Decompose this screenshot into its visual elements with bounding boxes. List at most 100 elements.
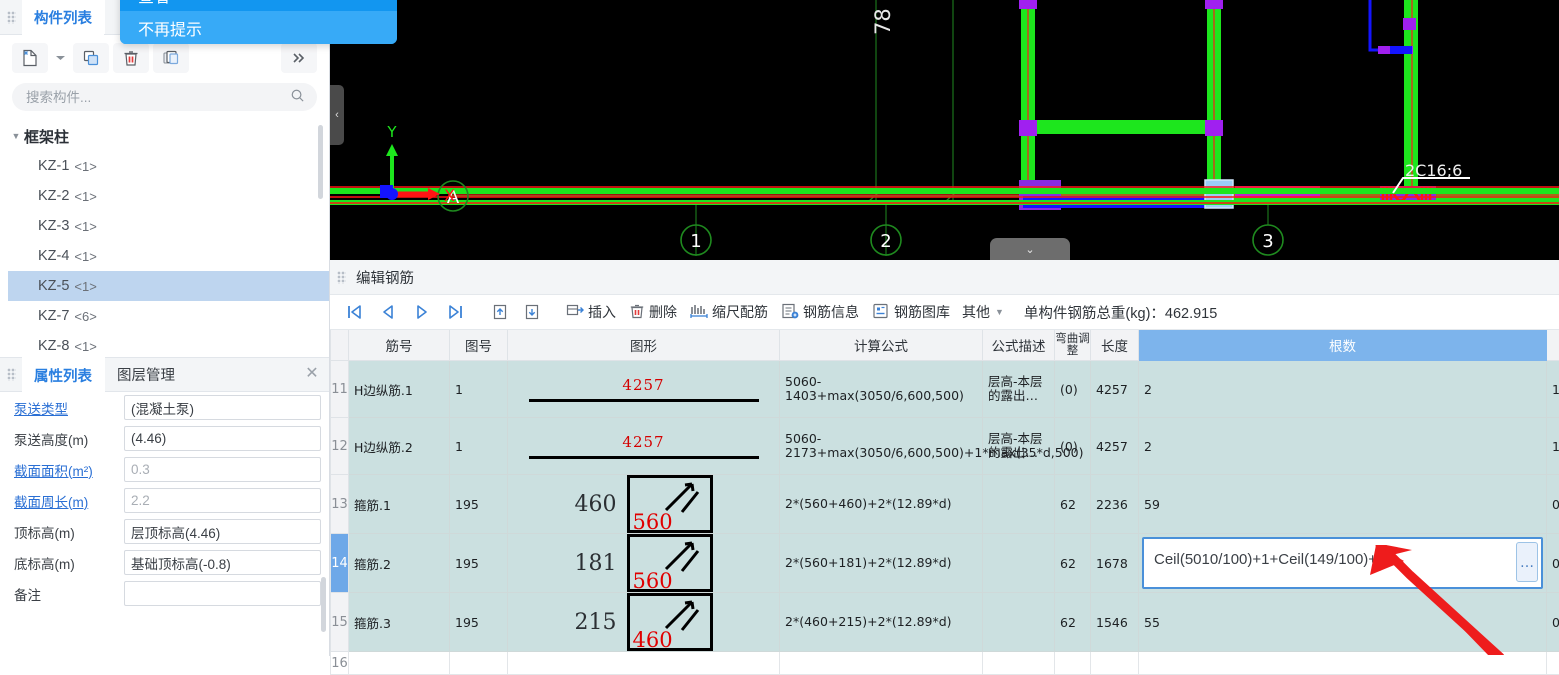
popup-item-view[interactable]: 查看 [120, 0, 397, 11]
move-up-icon[interactable] [485, 299, 515, 325]
tree-group-frame-column[interactable]: ▼ 框架柱 [8, 121, 329, 151]
cad-viewport[interactable]: 78 [330, 0, 1559, 260]
move-down-icon[interactable] [517, 299, 547, 325]
cell-tu-hao[interactable]: 195 [450, 534, 508, 593]
count-formula-ellipsis-button[interactable]: … [1516, 542, 1538, 582]
cell-tu-xing[interactable]: 215 460 [508, 593, 780, 652]
row-number[interactable]: 11 [331, 361, 349, 418]
cell-desc[interactable] [983, 593, 1055, 652]
count-formula-input[interactable] [1152, 543, 1516, 575]
cell-overflow[interactable]: 0 [1547, 593, 1559, 652]
chevron-down-icon[interactable]: ▼ [8, 131, 24, 141]
delete-icon[interactable] [113, 43, 149, 73]
header-wan-qu-tiao-zheng[interactable]: 弯曲调整 [1055, 330, 1091, 361]
header-tu-hao[interactable]: 图号 [450, 330, 508, 361]
cell-desc[interactable] [983, 534, 1055, 593]
cell-length[interactable]: 1678 [1091, 534, 1139, 593]
tree-item-kz-4[interactable]: KZ-4 <1> [8, 241, 329, 271]
first-record-icon[interactable] [338, 299, 370, 325]
cell-length[interactable] [1091, 652, 1139, 675]
cell-tu-xing[interactable] [508, 652, 780, 675]
cell-overflow[interactable]: 1 [1547, 418, 1559, 475]
cell-length[interactable]: 4257 [1091, 418, 1139, 475]
tree-item-kz-7[interactable]: KZ-7 <6> [8, 301, 329, 331]
tree-item-kz-5[interactable]: KZ-5 <1> [8, 271, 329, 301]
property-value[interactable] [124, 581, 321, 606]
cell-bend[interactable]: 62 [1055, 475, 1091, 534]
search-input[interactable] [24, 89, 290, 106]
table-row[interactable]: 14 箍筋.2 195 181 560 [331, 534, 1559, 593]
property-value[interactable]: (混凝土泵) [124, 395, 321, 420]
chevron-down-icon[interactable]: ⌄ [990, 238, 1070, 260]
row-number[interactable]: 12 [331, 418, 349, 475]
chevron-left-icon[interactable]: ‹ [330, 85, 344, 145]
table-row[interactable]: 12 H边纵筋.2 1 4257 5060-2173+max(3050/6,60… [331, 418, 1559, 475]
header-chang-du[interactable]: 长度 [1091, 330, 1139, 361]
rebar-info-button[interactable]: 钢筋信息 [775, 299, 864, 325]
table-row[interactable]: 15 箍筋.3 195 215 460 [331, 593, 1559, 652]
row-number[interactable]: 14 [331, 534, 349, 593]
cell-length[interactable]: 4257 [1091, 361, 1139, 418]
insert-row-button[interactable]: 插入 [560, 299, 621, 325]
header-tu-xing[interactable]: 图形 [508, 330, 780, 361]
row-number[interactable]: 16 [331, 652, 349, 675]
cell-count[interactable]: 59 [1139, 475, 1547, 534]
property-value[interactable]: 基础顶标高(-0.8) [124, 550, 321, 575]
cell-tu-xing[interactable]: 4257 [508, 361, 780, 418]
close-icon[interactable]: ✕ [303, 365, 321, 383]
cell-formula[interactable]: 5060-1403+max(3050/6,600,500) [780, 361, 983, 418]
cell-jin-hao[interactable]: 箍筋.3 [349, 593, 450, 652]
cell-jin-hao[interactable]: H边纵筋.2 [349, 418, 450, 475]
header-jin-hao[interactable]: 筋号 [349, 330, 450, 361]
cell-count[interactable]: 2 [1139, 418, 1547, 475]
cell-bend[interactable] [1055, 652, 1091, 675]
cell-tu-xing[interactable]: 181 560 [508, 534, 780, 593]
cell-tu-hao[interactable]: 195 [450, 475, 508, 534]
cell-overflow[interactable]: 1 [1547, 361, 1559, 418]
cell-count[interactable] [1139, 652, 1547, 675]
row-number[interactable]: 13 [331, 475, 349, 534]
other-menu-button[interactable]: 其他 ▼ [957, 299, 1009, 325]
search-component-wrapper[interactable] [12, 83, 317, 111]
dropdown-caret-icon[interactable] [52, 43, 69, 73]
cell-tu-xing[interactable]: 460 560 [508, 475, 780, 534]
cell-bend[interactable]: (0) [1055, 418, 1091, 475]
cell-formula[interactable]: 5060-2173+max(3050/6,600,500)+1*max(35*d… [780, 418, 983, 475]
header-ji-suan-gong-shi[interactable]: 计算公式 [780, 330, 983, 361]
tab-component-list[interactable]: 构件列表 [22, 0, 105, 34]
cell-count[interactable]: 2 [1139, 361, 1547, 418]
cell-desc[interactable] [983, 652, 1055, 675]
property-value[interactable]: 层顶标高(4.46) [124, 519, 321, 544]
tab-property-list[interactable]: 属性列表 [22, 357, 105, 392]
cell-jin-hao[interactable]: H边纵筋.1 [349, 361, 450, 418]
cell-desc[interactable]: 层高-本层的露出… [983, 361, 1055, 418]
cell-length[interactable]: 2236 [1091, 475, 1139, 534]
cell-tu-hao[interactable]: 1 [450, 418, 508, 475]
row-number[interactable]: 15 [331, 593, 349, 652]
cell-count-editing[interactable]: … [1139, 534, 1547, 593]
new-component-icon[interactable] [12, 43, 48, 73]
cell-length[interactable]: 1546 [1091, 593, 1139, 652]
cell-bend[interactable]: 62 [1055, 593, 1091, 652]
tree-item-kz-1[interactable]: KZ-1 <1> [8, 151, 329, 181]
prev-record-icon[interactable] [372, 299, 404, 325]
table-row[interactable]: 13 箍筋.1 195 460 560 [331, 475, 1559, 534]
tree-scrollbar[interactable] [318, 125, 323, 199]
panel-drag-grip[interactable] [0, 0, 22, 34]
cell-overflow[interactable]: 0 [1547, 475, 1559, 534]
rebar-library-button[interactable]: 钢筋图库 [866, 299, 955, 325]
tab-layer-manage[interactable]: 图层管理 [105, 358, 188, 391]
cell-jin-hao[interactable]: 箍筋.1 [349, 475, 450, 534]
cell-desc[interactable] [983, 475, 1055, 534]
scale-rebar-button[interactable]: 缩尺配筋 [684, 299, 773, 325]
cell-bend[interactable]: (0) [1055, 361, 1091, 418]
delete-row-button[interactable]: 删除 [623, 299, 682, 325]
cell-tu-hao[interactable] [450, 652, 508, 675]
popup-item-dont-remind[interactable]: 不再提示 [120, 11, 397, 44]
header-gen-shu[interactable]: 根数 [1139, 330, 1547, 361]
tree-item-kz-8[interactable]: KZ-8 <1> [8, 331, 329, 357]
cell-tu-hao[interactable]: 1 [450, 361, 508, 418]
cell-bend[interactable]: 62 [1055, 534, 1091, 593]
cell-formula[interactable]: 2*(460+215)+2*(12.89*d) [780, 593, 983, 652]
layer-copy-icon[interactable] [153, 43, 189, 73]
